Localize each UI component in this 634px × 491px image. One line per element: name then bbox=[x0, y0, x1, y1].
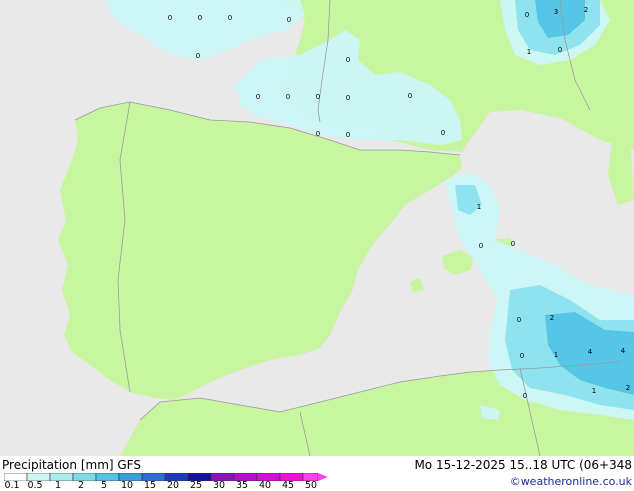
run-info: Mo 15-12-2025 15..18 UTC (06+348 bbox=[414, 458, 632, 472]
legend-title: Precipitation [mm] GFS bbox=[2, 458, 141, 472]
value-label: 1 bbox=[554, 351, 558, 359]
value-label: 0 bbox=[408, 92, 412, 100]
value-label: 0 bbox=[523, 392, 527, 400]
value-label: 0 bbox=[558, 46, 562, 54]
value-label: 0 bbox=[441, 129, 445, 137]
scale-swatch bbox=[95, 473, 120, 481]
value-label: 1 bbox=[477, 203, 481, 211]
map-footer: Precipitation [mm] GFS Mo 15-12-2025 15.… bbox=[0, 456, 634, 491]
value-label: 4 bbox=[588, 348, 593, 356]
value-label: 0 bbox=[256, 93, 260, 101]
value-label: 0 bbox=[287, 16, 291, 24]
value-label: 0 bbox=[228, 14, 232, 22]
value-label: 0 bbox=[168, 14, 172, 22]
scale-swatch bbox=[49, 473, 74, 481]
value-label: 0 bbox=[520, 352, 524, 360]
value-label: 0 bbox=[286, 93, 290, 101]
value-label: 4 bbox=[621, 347, 626, 355]
value-label: 0 bbox=[525, 11, 529, 19]
value-label: 3 bbox=[554, 8, 558, 16]
precipitation-map: 0 0 0 0 0 0 0 0 0 0 0 0 3 2 1 0 1 0 0 0 … bbox=[0, 0, 634, 456]
value-label: 2 bbox=[626, 384, 630, 392]
value-label: 0 bbox=[196, 52, 200, 60]
scale-arrow bbox=[318, 473, 328, 481]
value-label: 1 bbox=[527, 48, 531, 56]
value-label: 2 bbox=[550, 314, 554, 322]
value-label: 0 bbox=[511, 240, 515, 248]
value-label: 2 bbox=[584, 6, 588, 14]
credit-link[interactable]: ©weatheronline.co.uk bbox=[510, 475, 632, 489]
value-label: 1 bbox=[592, 387, 596, 395]
value-label: 0 bbox=[479, 242, 483, 250]
scale-swatch bbox=[72, 473, 97, 481]
value-label: 0 bbox=[346, 131, 350, 139]
value-label: 0 bbox=[346, 56, 350, 64]
value-label: 0 bbox=[316, 93, 320, 101]
value-label: 0 bbox=[198, 14, 202, 22]
value-label: 0 bbox=[346, 94, 350, 102]
value-label: 0 bbox=[316, 130, 320, 138]
value-label: 0 bbox=[517, 316, 521, 324]
